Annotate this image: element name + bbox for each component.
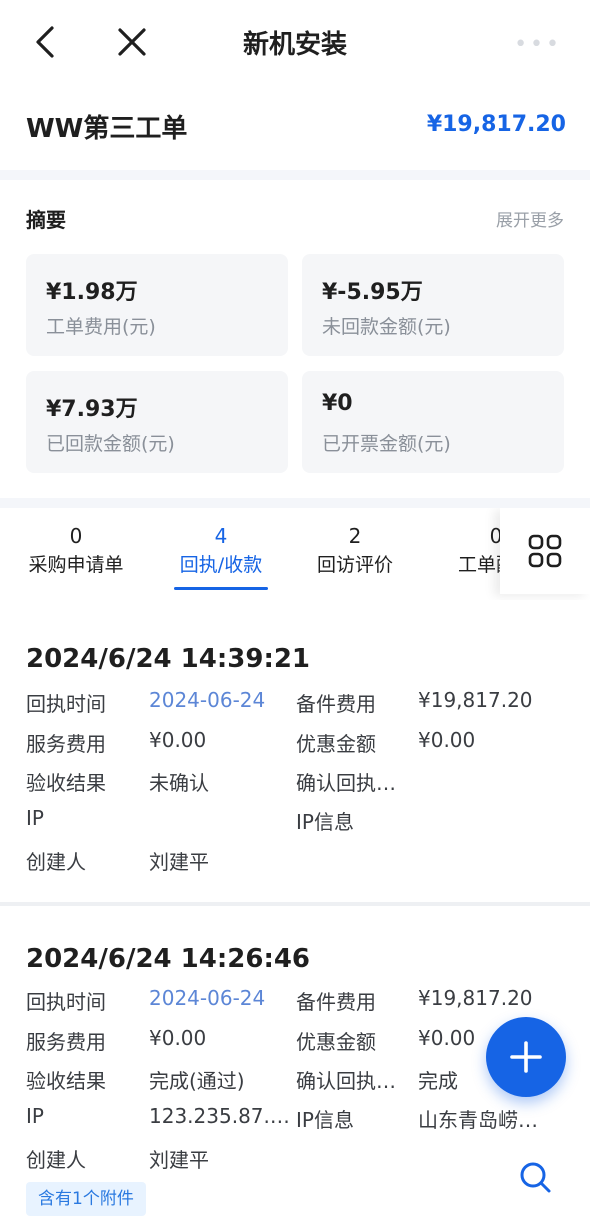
record-title: 2024/6/24 14:39:21 xyxy=(26,644,311,674)
receipt-record[interactable]: 2024/6/24 14:39:21 回执时间 2024-06-24 备件费用 … xyxy=(0,606,590,902)
tab-label: 回执/收款 xyxy=(179,554,263,576)
summary-card-paid: ¥7.93万 已回款金额(元) xyxy=(26,371,288,473)
ipinfo-value: 山东青岛崂… xyxy=(418,1108,538,1132)
all-tabs-button[interactable] xyxy=(500,508,590,594)
receipt-time-value: 2024-06-24 xyxy=(149,688,266,712)
field-label: IP xyxy=(26,806,44,830)
field-label: 服务费用 xyxy=(26,732,106,756)
field-label: 优惠金额 xyxy=(296,732,376,756)
tab-follow-up-review[interactable]: 2 回访评价 xyxy=(313,522,397,580)
add-icon xyxy=(510,1041,542,1073)
add-button[interactable] xyxy=(486,1017,566,1097)
tab-receipt-payment[interactable]: 4 回执/收款 xyxy=(174,522,268,590)
parts-fee-value: ¥19,817.20 xyxy=(418,688,533,712)
summary-card-order-fee: ¥1.98万 工单费用(元) xyxy=(26,254,288,356)
grid-icon xyxy=(528,534,562,568)
creator-value: 刘建平 xyxy=(149,850,209,874)
confirm-value: 完成 xyxy=(418,1069,458,1093)
tab-label: 回访评价 xyxy=(316,554,393,576)
discount-value: ¥0.00 xyxy=(418,728,476,752)
summary-card-value: ¥7.93万 xyxy=(46,397,138,422)
field-label: 服务费用 xyxy=(26,1030,106,1054)
field-label: 验收结果 xyxy=(26,1069,106,1093)
attachment-badge[interactable]: 含有1个附件 xyxy=(26,1182,146,1216)
field-label: IP信息 xyxy=(296,810,354,834)
summary-card-label: 未回款金额(元) xyxy=(322,316,451,338)
page-title: 新机安装 xyxy=(242,30,347,60)
active-tab-indicator xyxy=(174,587,268,590)
field-label: 回执时间 xyxy=(26,692,106,716)
section-divider xyxy=(0,498,590,508)
field-label: IP信息 xyxy=(296,1108,354,1132)
field-label: 回执时间 xyxy=(26,990,106,1014)
field-label: 确认回执… xyxy=(296,771,396,795)
tab-purchase-request[interactable]: 0 采购申请单 xyxy=(24,522,128,580)
summary-card-label: 工单费用(元) xyxy=(46,316,156,338)
nav-bar: 新机安装 ••• xyxy=(0,0,590,88)
tab-label: 采购申请单 xyxy=(28,554,124,576)
acceptance-value: 未确认 xyxy=(149,771,209,795)
order-amount: ¥19,817.20 xyxy=(426,112,566,137)
search-icon xyxy=(520,1162,551,1193)
field-label: 备件费用 xyxy=(296,990,376,1014)
search-button[interactable] xyxy=(514,1156,558,1200)
section-divider xyxy=(0,170,590,180)
discount-value: ¥0.00 xyxy=(418,1026,476,1050)
tab-count: 0 xyxy=(69,524,83,548)
creator-value: 刘建平 xyxy=(149,1148,209,1172)
service-fee-value: ¥0.00 xyxy=(149,728,207,752)
summary-section: 摘要 展开更多 ¥1.98万 工单费用(元) ¥-5.95万 未回款金额(元) … xyxy=(0,180,590,498)
field-label: 确认回执… xyxy=(296,1069,396,1093)
tab-count: 2 xyxy=(348,524,362,548)
parts-fee-value: ¥19,817.20 xyxy=(418,986,533,1010)
summary-card-unpaid: ¥-5.95万 未回款金额(元) xyxy=(302,254,564,356)
field-label: 验收结果 xyxy=(26,771,106,795)
field-label: IP xyxy=(26,1104,44,1128)
acceptance-value: 完成(通过) xyxy=(149,1069,245,1093)
tab-bar: 0 采购申请单 4 回执/收款 2 回访评价 0 工单配件 xyxy=(0,508,590,600)
field-label: 创建人 xyxy=(26,850,86,874)
field-label: 备件费用 xyxy=(296,692,376,716)
service-fee-value: ¥0.00 xyxy=(149,1026,207,1050)
summary-card-value: ¥0 xyxy=(322,391,353,416)
ip-value: 123.235.87.2… xyxy=(149,1104,295,1128)
record-title: 2024/6/24 14:26:46 xyxy=(26,944,311,974)
field-label: 创建人 xyxy=(26,1148,86,1172)
summary-card-label: 已回款金额(元) xyxy=(46,433,175,455)
summary-card-value: ¥1.98万 xyxy=(46,280,138,305)
order-header: WW第三工单 ¥19,817.20 xyxy=(0,88,590,170)
tab-count: 4 xyxy=(214,524,228,548)
order-title: WW第三工单 xyxy=(26,114,188,144)
summary-title: 摘要 xyxy=(26,208,66,232)
expand-more-link[interactable]: 展开更多 xyxy=(496,206,564,231)
receipt-time-value: 2024-06-24 xyxy=(149,986,266,1010)
summary-card-value: ¥-5.95万 xyxy=(322,280,423,305)
summary-card-label: 已开票金额(元) xyxy=(322,433,451,455)
field-label: 优惠金额 xyxy=(296,1030,376,1054)
summary-card-invoiced: ¥0 已开票金额(元) xyxy=(302,371,564,473)
more-menu-button[interactable]: ••• xyxy=(514,32,562,57)
